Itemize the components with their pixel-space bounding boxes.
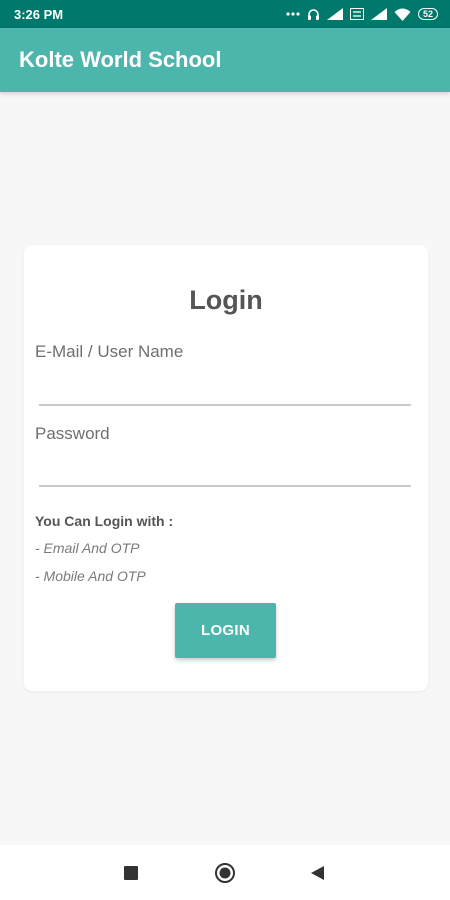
wifi-icon (394, 8, 411, 21)
volte-icon (349, 8, 364, 20)
app-bar: Kolte World School (0, 28, 450, 92)
home-circle-icon[interactable] (214, 862, 236, 889)
signal-icon (326, 8, 343, 20)
back-triangle-icon[interactable] (311, 866, 324, 885)
username-label: E-Mail / User Name (35, 342, 184, 361)
login-hint-item: - Mobile And OTP (35, 568, 146, 584)
battery-icon: 52 (417, 8, 438, 20)
username-input[interactable] (39, 370, 411, 406)
login-hint-item: - Email And OTP (35, 540, 140, 556)
app-title: Kolte World School (19, 47, 222, 72)
recents-square-icon[interactable] (124, 866, 138, 885)
password-label: Password (35, 424, 110, 443)
signal-icon (370, 8, 387, 20)
more-dots-icon (286, 11, 300, 17)
status-time: 3:26 PM (14, 6, 64, 22)
status-icons: 52 (286, 8, 438, 21)
login-card: Login E-Mail / User Name Password You Ca… (24, 245, 428, 691)
status-bar: 3:26 PM 52 (0, 0, 450, 28)
password-input[interactable] (39, 451, 411, 487)
login-title: Login (189, 285, 263, 315)
headset-icon (307, 8, 320, 21)
login-hint-title: You Can Login with : (35, 513, 174, 529)
system-nav-bar (0, 845, 450, 900)
login-button[interactable]: LOGIN (175, 603, 276, 658)
